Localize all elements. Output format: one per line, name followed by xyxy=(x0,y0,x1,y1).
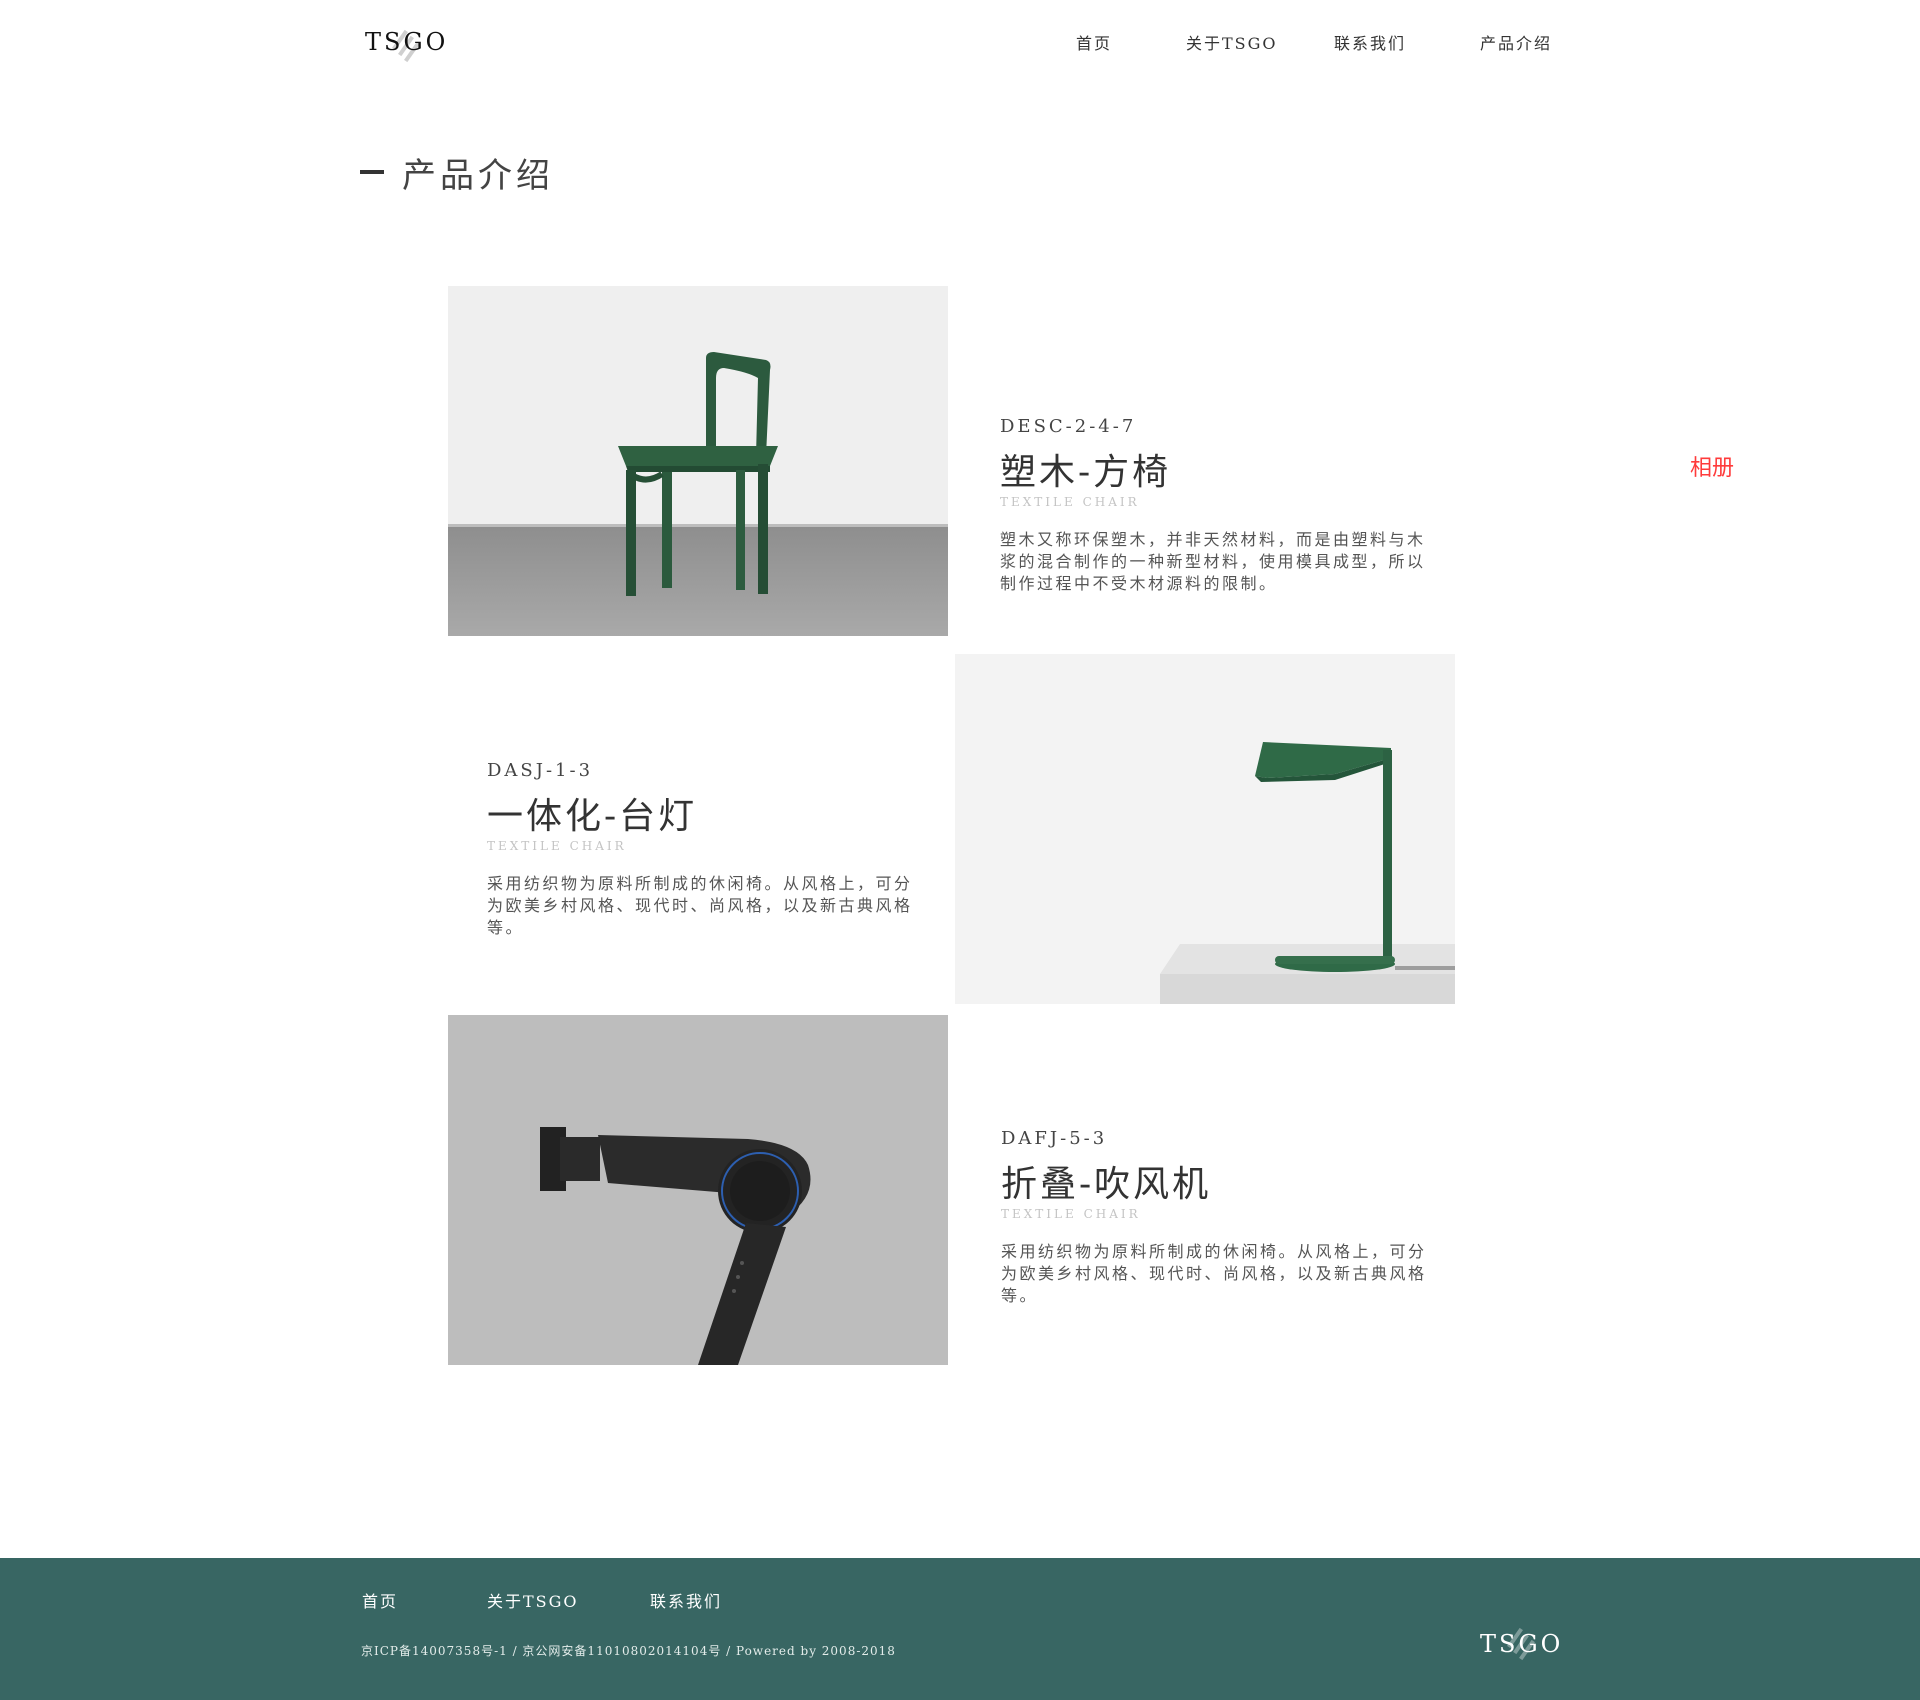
product-name[interactable]: 塑木-方椅 xyxy=(1000,451,1430,495)
product-image-lamp[interactable] xyxy=(955,654,1455,1004)
green-chair-image xyxy=(448,286,948,636)
album-link[interactable]: 相册 xyxy=(1690,450,1734,482)
footer-logo[interactable]: TSGO xyxy=(1480,1620,1590,1670)
main-nav: 首页 关于TSGO 联系我们 产品介绍 xyxy=(1040,30,1600,60)
nav-home[interactable]: 首页 xyxy=(1076,30,1112,54)
product-code: DESC-2-4-7 xyxy=(1000,416,1137,437)
product-description: 采用纺织物为原料所制成的休闲椅。从风格上，可分为欧美乡村风格、现代时、尚风格，以… xyxy=(487,874,913,937)
product-name[interactable]: 一体化-台灯 xyxy=(487,795,917,839)
product-info-lamp: DASJ-1-3 一体化-台灯 TEXTILE CHAIR 采用纺织物为原料所制… xyxy=(487,760,917,939)
product-subtitle: TEXTILE CHAIR xyxy=(487,839,627,853)
product-code: DASJ-1-3 xyxy=(487,760,594,781)
product-name[interactable]: 折叠-吹风机 xyxy=(1001,1163,1431,1207)
product-image-chair[interactable] xyxy=(448,286,948,636)
product-description: 塑木又称环保塑木，并非天然材料，而是由塑料与木浆的混合制作的一种新型材料，使用模… xyxy=(1000,530,1426,593)
logo-text: TSGO xyxy=(365,28,449,56)
product-subtitle: TEXTILE CHAIR xyxy=(1000,495,1140,509)
product-code: DAFJ-5-3 xyxy=(1001,1128,1108,1149)
footer-nav-contact[interactable]: 联系我们 xyxy=(650,1588,722,1612)
title-dash xyxy=(360,170,384,174)
product-image-hairdryer[interactable] xyxy=(448,1015,948,1365)
copyright-text: 京ICP备14007358号-1 / 京公网安备11010802014104号 … xyxy=(361,1644,896,1658)
nav-products[interactable]: 产品介绍 xyxy=(1480,30,1552,54)
footer-nav-about[interactable]: 关于TSGO xyxy=(487,1588,579,1612)
product-info-chair: DESC-2-4-7 塑木-方椅 TEXTILE CHAIR 塑木又称环保塑木，… xyxy=(1000,416,1430,595)
black-hairdryer-image xyxy=(448,1015,948,1365)
nav-about[interactable]: 关于TSGO xyxy=(1186,30,1278,54)
section-title-text: 产品介绍 xyxy=(402,156,554,196)
site-header: TSGO 首页 关于TSGO 联系我们 产品介绍 xyxy=(0,0,1920,90)
green-lamp-image xyxy=(955,654,1455,1004)
footer-logo-text: TSGO xyxy=(1480,1630,1564,1658)
site-logo[interactable]: TSGO xyxy=(365,18,475,68)
product-info-hairdryer: DAFJ-5-3 折叠-吹风机 TEXTILE CHAIR 采用纺织物为原料所制… xyxy=(1001,1128,1431,1307)
site-footer: 首页 关于TSGO 联系我们 京ICP备14007358号-1 / 京公网安备1… xyxy=(0,1558,1920,1700)
footer-nav-home[interactable]: 首页 xyxy=(362,1588,398,1612)
nav-contact[interactable]: 联系我们 xyxy=(1334,30,1406,54)
product-subtitle: TEXTILE CHAIR xyxy=(1001,1207,1141,1221)
product-description: 采用纺织物为原料所制成的休闲椅。从风格上，可分为欧美乡村风格、现代时、尚风格，以… xyxy=(1001,1242,1427,1305)
